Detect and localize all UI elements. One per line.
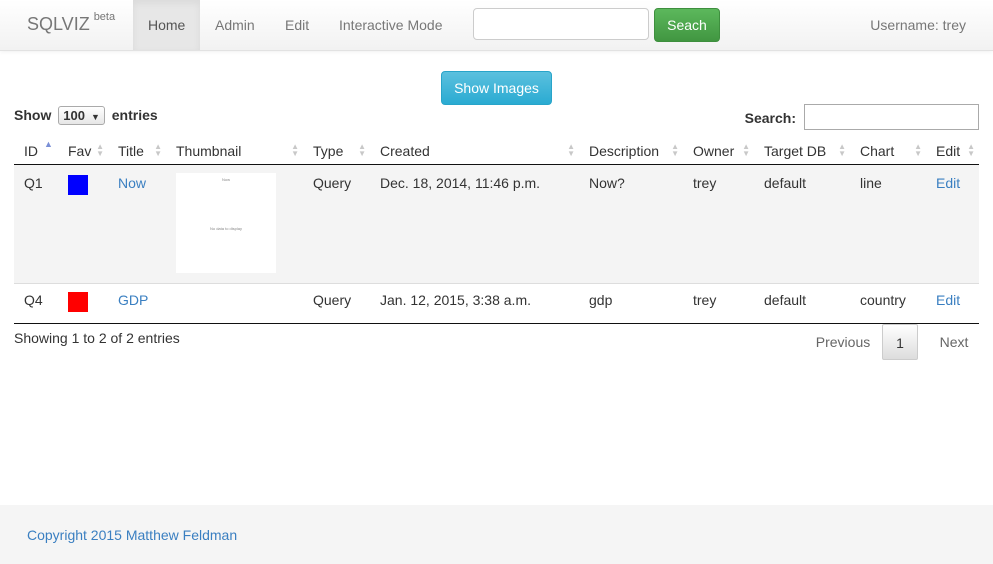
sort-icon: ▲ ▼ [914,142,922,158]
col-fav-label: Fav [68,142,92,159]
brand-beta-tag: beta [93,11,116,23]
sort-icon: ▲ ▼ [742,142,750,158]
cell-chart: line [850,164,926,284]
filter-label: Search: [744,110,796,126]
col-target-db[interactable]: Target DB ▲ ▼ [754,137,850,165]
navbar: SQLVIZ beta Home Admin Edit Interactive M… [0,0,993,51]
cell-owner: trey [683,283,754,324]
col-description[interactable]: Description ▲ ▼ [579,137,683,165]
cell-fav [58,164,108,284]
sort-icon: ▲ ▼ [838,142,846,158]
cell-id: Q4 [14,283,58,324]
thumbnail-image[interactable]: Now No data to display [176,173,276,273]
sort-icon: ▲ ▼ [358,142,366,158]
entries-select-value: 100 [63,108,85,123]
footer-copyright-link[interactable]: Copyright 2015 Matthew Feldman [27,527,237,543]
cell-target-db: default [754,283,850,324]
cell-thumbnail [166,283,303,324]
edit-link[interactable]: Edit [936,292,960,308]
col-description-label: Description [589,142,660,159]
cell-edit: Edit [926,283,979,324]
select-arrow-icon: ▼ [90,112,100,122]
col-created[interactable]: Created ▲ ▼ [370,137,579,165]
cell-fav [58,283,108,324]
col-id[interactable]: ID ▲ [14,137,58,165]
title-link[interactable]: GDP [118,292,148,308]
length-suffix: entries [111,107,158,124]
table-info: Showing 1 to 2 of 2 entries [14,330,180,346]
cell-title: GDP [108,283,166,324]
previous-button[interactable]: Previous [809,324,877,360]
queries-table: ID ▲ Fav ▲ ▼ Title ▲ ▼ Thumbnail ▲ ▼ Type ▲ ▼ Cre… [14,137,979,324]
cell-description: gdp [579,283,683,324]
table-header-row: ID ▲ Fav ▲ ▼ Title ▲ ▼ Thumbnail ▲ ▼ Type ▲ ▼ Cre… [14,137,979,165]
title-link[interactable]: Now [118,175,146,191]
col-edit-label: Edit [936,142,961,159]
cell-type: Query [303,164,370,284]
col-thumbnail[interactable]: Thumbnail ▲ ▼ [166,137,303,165]
username-label: Username: trey [870,17,966,33]
favorite-toggle[interactable] [68,292,88,312]
col-title-label: Title [118,142,144,159]
show-images-button[interactable]: Show Images [441,71,552,105]
cell-thumbnail: Now No data to display [166,164,303,284]
page-1-button[interactable]: 1 [882,324,918,360]
next-button[interactable]: Next [929,324,979,360]
nav-search-input[interactable] [473,8,649,40]
brand-logo[interactable]: SQLVIZ beta [27,11,116,35]
footer: Copyright 2015 Matthew Feldman [0,505,993,564]
cell-chart: country [850,283,926,324]
col-id-label: ID [24,142,38,159]
nav-edit[interactable]: Edit [270,0,324,50]
sort-asc-icon: ▲ [44,139,53,149]
cell-title: Now [108,164,166,284]
brand-name: SQLVIZ [27,14,90,34]
sort-icon: ▲ ▼ [567,142,575,158]
col-fav[interactable]: Fav ▲ ▼ [58,137,108,165]
sort-icon: ▲ ▼ [291,142,299,158]
table-row: Q1 Now Now No data to display Query Dec.… [14,164,979,284]
col-owner[interactable]: Owner ▲ ▼ [683,137,754,165]
filter-input[interactable] [804,104,979,130]
nav-admin[interactable]: Admin [200,0,270,50]
sort-icon: ▲ ▼ [96,142,104,158]
cell-description: Now? [579,164,683,284]
thumbnail-message: No data to display [209,226,243,231]
nav-search-button[interactable]: Seach [654,8,720,42]
cell-edit: Edit [926,164,979,284]
favorite-toggle[interactable] [68,175,88,195]
cell-created: Jan. 12, 2015, 3:38 a.m. [370,283,579,324]
sort-icon: ▲ ▼ [154,142,162,158]
sort-icon: ▲ ▼ [671,142,679,158]
col-title[interactable]: Title ▲ ▼ [108,137,166,165]
entries-length-control: Show 100 ▼ entries [14,106,158,126]
nav-interactive-mode[interactable]: Interactive Mode [324,0,458,50]
sort-icon: ▲ ▼ [967,142,975,158]
entries-select[interactable]: 100 ▼ [58,106,105,125]
col-thumbnail-label: Thumbnail [176,142,242,159]
cell-owner: trey [683,164,754,284]
length-prefix: Show [14,107,52,124]
table-row: Q4 GDP Query Jan. 12, 2015, 3:38 a.m. gd… [14,283,979,324]
col-edit[interactable]: Edit ▲ ▼ [926,137,979,165]
edit-link[interactable]: Edit [936,175,960,191]
col-owner-label: Owner [693,142,735,159]
col-target-db-label: Target DB [764,142,827,159]
nav-home[interactable]: Home [133,0,201,50]
cell-created: Dec. 18, 2014, 11:46 p.m. [370,164,579,284]
col-chart[interactable]: Chart ▲ ▼ [850,137,926,165]
cell-id: Q1 [14,164,58,284]
thumbnail-title: Now [221,177,230,182]
pagination: Previous 1 Next [799,324,979,360]
col-type-label: Type [313,142,344,159]
cell-target-db: default [754,164,850,284]
cell-type: Query [303,283,370,324]
col-chart-label: Chart [860,142,895,159]
col-created-label: Created [380,142,430,159]
col-type[interactable]: Type ▲ ▼ [303,137,370,165]
